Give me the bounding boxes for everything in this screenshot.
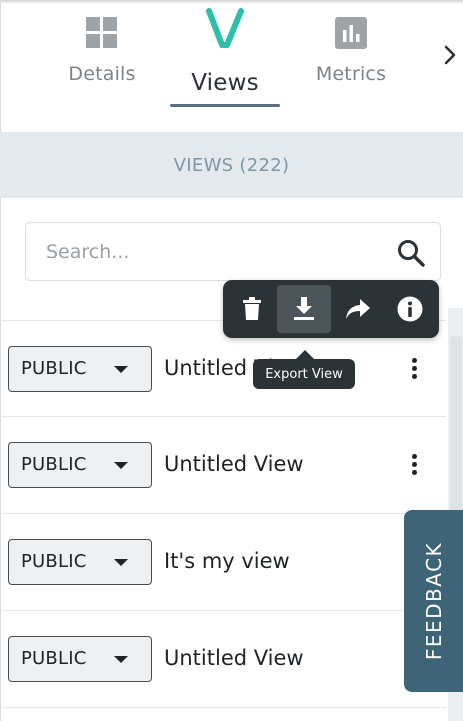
tab-details[interactable]: Details [50, 0, 154, 110]
export-view-tooltip: Export View [253, 359, 355, 389]
download-icon [294, 297, 314, 320]
visibility-label: PUBLIC [21, 551, 87, 572]
bar-chart-icon [335, 17, 367, 53]
visibility-label: PUBLIC [21, 358, 87, 379]
view-name[interactable]: Untitled View [164, 646, 304, 670]
view-panel: Details Views Metrics VIEWS (222) Search… [0, 0, 463, 721]
trash-icon [243, 297, 261, 320]
feedback-label: FEEDBACK [421, 541, 446, 661]
visibility-dropdown[interactable]: PUBLIC [8, 442, 152, 488]
share-view-button[interactable] [333, 285, 383, 333]
tab-views-label: Views [191, 70, 259, 96]
list-item[interactable]: PUBLIC Untitled View [0, 417, 446, 514]
share-arrow-icon [346, 299, 370, 319]
tooltip-arrow [296, 350, 314, 359]
tab-views[interactable]: Views [170, 0, 280, 110]
views-list: PUBLIC Untitled View PUBLIC Untitled Vie… [0, 320, 446, 708]
visibility-label: PUBLIC [21, 648, 87, 669]
search-input[interactable] [46, 237, 376, 267]
list-item[interactable]: PUBLIC It's my view [0, 514, 446, 611]
views-count-header: VIEWS (222) [0, 132, 463, 198]
caret-down-icon [114, 366, 128, 373]
visibility-dropdown[interactable]: PUBLIC [8, 539, 152, 585]
visibility-label: PUBLIC [21, 454, 87, 475]
grid-icon [86, 17, 118, 53]
views-logo-icon [205, 8, 245, 54]
view-info-button[interactable] [385, 285, 435, 333]
caret-down-icon [114, 656, 128, 663]
more-options-icon[interactable] [404, 451, 426, 479]
tab-metrics-label: Metrics [315, 63, 387, 85]
view-name[interactable]: It's my view [164, 549, 290, 573]
view-actions-toolbar [223, 280, 439, 338]
view-name[interactable]: Untitled View [164, 452, 304, 476]
chevron-right-icon[interactable] [438, 40, 462, 70]
caret-down-icon [114, 462, 128, 469]
visibility-dropdown[interactable]: PUBLIC [8, 346, 152, 392]
active-tab-indicator [170, 104, 280, 107]
tab-details-label: Details [68, 63, 136, 85]
caret-down-icon [114, 559, 128, 566]
feedback-button[interactable]: FEEDBACK [404, 510, 463, 692]
tab-metrics[interactable]: Metrics [300, 0, 402, 110]
views-count-title: VIEWS (222) [173, 154, 290, 176]
more-options-icon[interactable] [404, 355, 426, 383]
info-icon [397, 296, 423, 322]
search-icon[interactable] [396, 238, 426, 268]
scrollbar-thumb[interactable] [450, 336, 462, 516]
list-item[interactable]: PUBLIC Untitled View [0, 611, 446, 708]
visibility-dropdown[interactable]: PUBLIC [8, 636, 152, 682]
export-view-button[interactable] [277, 285, 331, 333]
search-box [25, 222, 441, 281]
delete-view-button[interactable] [227, 285, 277, 333]
